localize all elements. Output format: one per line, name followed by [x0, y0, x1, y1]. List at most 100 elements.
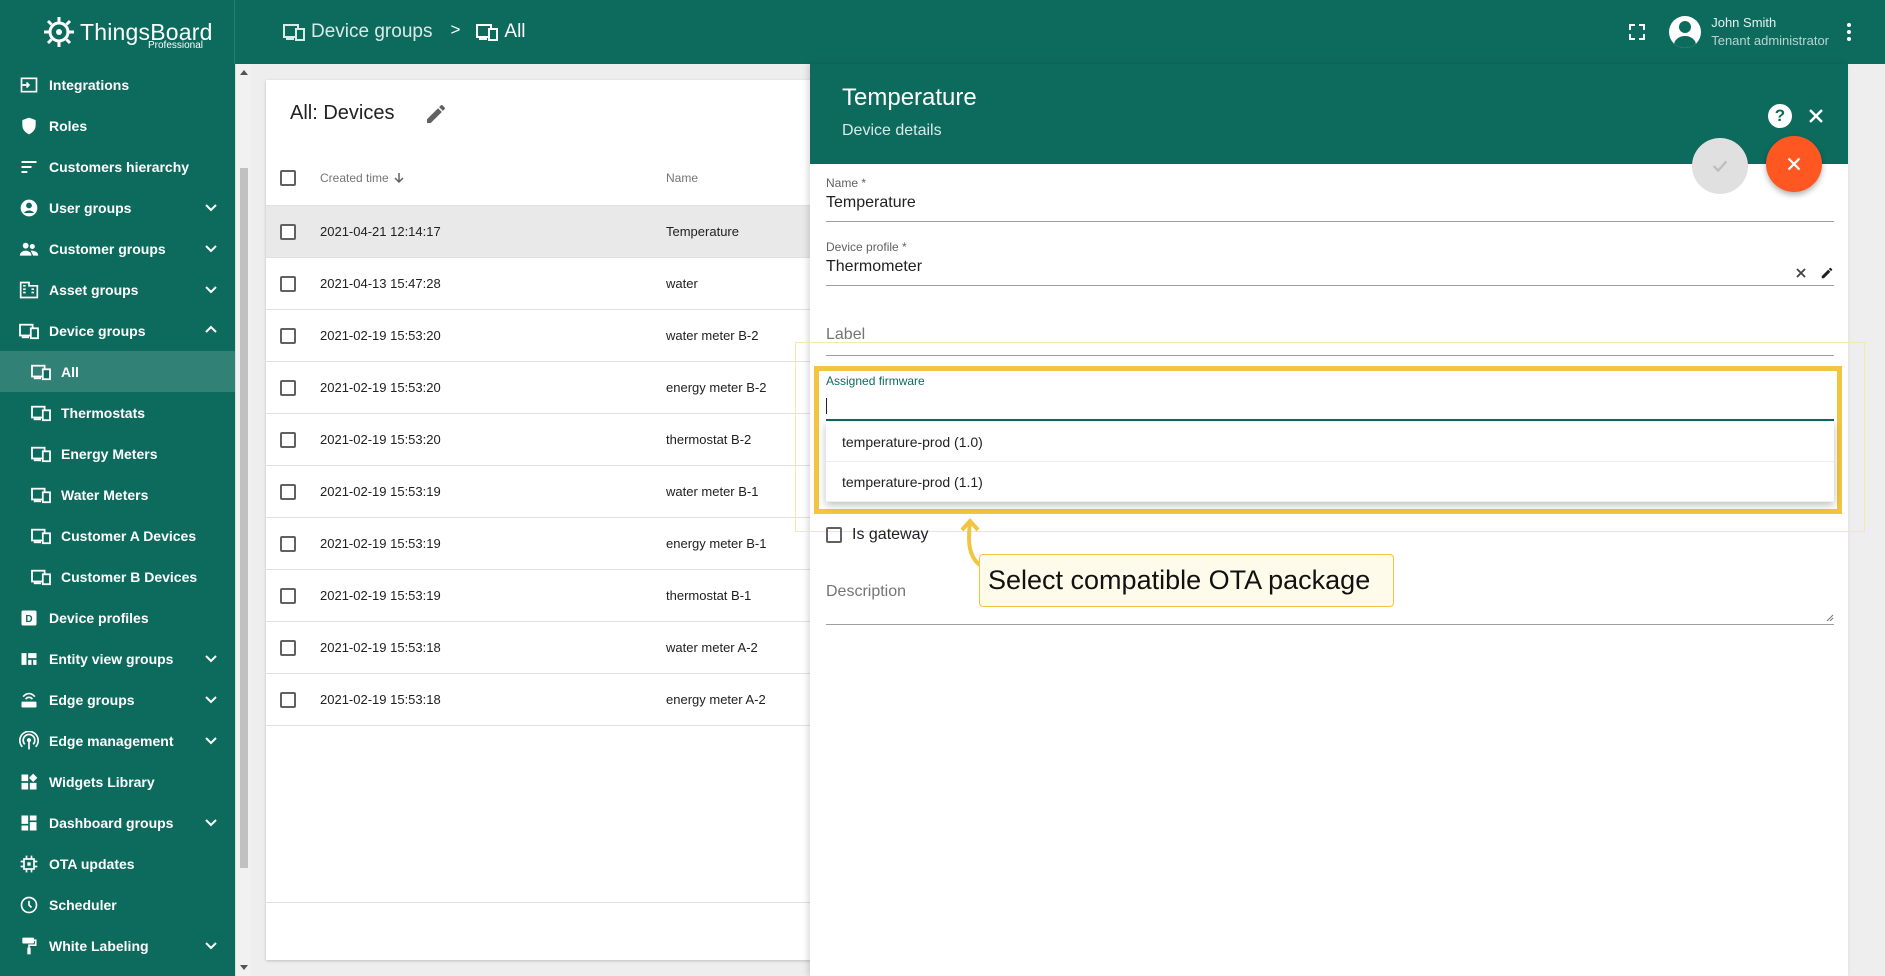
sidebar-item-entity-view-groups[interactable]: Entity view groups — [0, 638, 235, 679]
row-checkbox[interactable] — [280, 276, 296, 292]
sidebar-item-widgets-library[interactable]: Widgets Library — [0, 761, 235, 802]
fullscreen-icon[interactable] — [1625, 20, 1649, 44]
sidebar-item-dashboard-groups[interactable]: Dashboard groups — [0, 802, 235, 843]
chevron-down-icon[interactable] — [203, 199, 219, 215]
arrow-down-icon — [394, 173, 404, 184]
sidebar-item-energy-meters[interactable]: Energy Meters — [0, 433, 235, 474]
row-checkbox[interactable] — [280, 328, 296, 344]
is-gateway-checkbox[interactable]: Is gateway — [826, 526, 928, 544]
chevron-down-icon[interactable] — [203, 281, 219, 297]
sidebar-item-label: Integrations — [49, 76, 130, 93]
chevron-down-icon[interactable] — [203, 732, 219, 748]
clear-icon[interactable] — [1794, 266, 1808, 280]
devices-icon — [30, 566, 52, 588]
row-checkbox[interactable] — [280, 588, 296, 604]
user-area: John Smith Tenant administrator — [1625, 14, 1853, 50]
firmware-option[interactable]: temperature-prod (1.1) — [826, 462, 1834, 502]
created-time-cell: 2021-02-19 15:53:19 — [320, 484, 441, 499]
column-created-time[interactable]: Created time — [320, 171, 405, 185]
sidebar-item-thermostats[interactable]: Thermostats — [0, 392, 235, 433]
row-checkbox[interactable] — [280, 432, 296, 448]
logo[interactable]: ThingsBoard Professional — [0, 0, 235, 64]
sidebar-item-edge-groups[interactable]: Edge groups — [0, 679, 235, 720]
sidebar-item-customer-a-devices[interactable]: Customer A Devices — [0, 515, 235, 556]
row-checkbox[interactable] — [280, 484, 296, 500]
view-quilt-icon — [18, 648, 40, 670]
details-header: Temperature Device details ? — [810, 64, 1848, 164]
table-row[interactable]: 2021-02-19 15:53:18 energy meter A-2 — [266, 674, 866, 726]
edit-icon[interactable] — [424, 102, 448, 126]
scrollbar[interactable] — [235, 64, 251, 976]
chevron-down-icon[interactable] — [203, 650, 219, 666]
row-checkbox[interactable] — [280, 224, 296, 240]
sidebar-item-roles[interactable]: Roles — [0, 105, 235, 146]
table-row[interactable]: 2021-02-19 15:53:19 water meter B-1 — [266, 466, 866, 518]
device-profile-actions — [1794, 266, 1834, 280]
table-row[interactable]: 2021-02-19 15:53:19 energy meter B-1 — [266, 518, 866, 570]
sidebar-item-all[interactable]: All — [0, 351, 235, 392]
sidebar-item-ota-updates[interactable]: OTA updates — [0, 843, 235, 884]
created-time-cell: 2021-02-19 15:53:18 — [320, 640, 441, 655]
chevron-down-icon[interactable] — [203, 691, 219, 707]
sidebar-item-integrations[interactable]: Integrations — [0, 64, 235, 105]
scroll-up-arrow[interactable] — [240, 70, 248, 75]
help-icon[interactable]: ? — [1768, 104, 1792, 128]
chevron-down-icon[interactable] — [203, 814, 219, 830]
sidebar-item-label: All — [61, 363, 79, 380]
sidebar-item-asset-groups[interactable]: Asset groups — [0, 269, 235, 310]
more-vert-icon[interactable] — [1847, 23, 1853, 41]
chevron-down-icon[interactable] — [203, 240, 219, 256]
avatar[interactable] — [1669, 16, 1702, 48]
devices-icon — [30, 443, 52, 465]
table-row[interactable]: 2021-04-21 12:14:17 Temperature — [266, 206, 866, 258]
sidebar-item-white-labeling[interactable]: White Labeling — [0, 925, 235, 966]
table-row[interactable]: 2021-02-19 15:53:20 thermostat B-2 — [266, 414, 866, 466]
assigned-firmware-input[interactable] — [826, 419, 1834, 421]
chevron-down-icon[interactable] — [203, 937, 219, 953]
scrollbar-thumb[interactable] — [240, 168, 248, 868]
devices-icon — [18, 320, 40, 342]
device-profile-field[interactable]: Device profile * Thermometer — [826, 240, 1834, 286]
sidebar-item-device-profiles[interactable]: D Device profiles — [0, 597, 235, 638]
column-name[interactable]: Name — [666, 171, 698, 185]
chevron-up-icon[interactable] — [203, 322, 219, 338]
edit-icon[interactable] — [1820, 266, 1834, 280]
sidebar-item-edge-management[interactable]: Edge management — [0, 720, 235, 761]
breadcrumb-device-groups[interactable]: Device groups — [283, 21, 432, 43]
table-row[interactable]: 2021-04-13 15:47:28 water — [266, 258, 866, 310]
thingsboard-logo-icon — [44, 17, 74, 47]
name-cell: water meter B-1 — [666, 484, 759, 499]
row-checkbox[interactable] — [280, 692, 296, 708]
sidebar-item-customer-b-devices[interactable]: Customer B Devices — [0, 556, 235, 597]
devices-icon — [476, 24, 499, 41]
scroll-down-arrow[interactable] — [240, 965, 248, 970]
sidebar-item-water-meters[interactable]: Water Meters — [0, 474, 235, 515]
user-info[interactable]: John Smith Tenant administrator — [1711, 14, 1829, 50]
schedule-icon — [18, 894, 40, 916]
sidebar-item-scheduler[interactable]: Scheduler — [0, 884, 235, 925]
table-row[interactable]: 2021-02-19 15:53:18 water meter A-2 — [266, 622, 866, 674]
sidebar-item-label: Customer groups — [49, 240, 166, 257]
close-icon[interactable] — [1804, 104, 1828, 128]
row-checkbox[interactable] — [280, 536, 296, 552]
row-checkbox[interactable] — [280, 380, 296, 396]
sidebar-item-user-groups[interactable]: User groups — [0, 187, 235, 228]
sidebar-item-device-groups[interactable]: Device groups — [0, 310, 235, 351]
row-checkbox[interactable] — [280, 640, 296, 656]
name-cell: water meter B-2 — [666, 328, 759, 343]
firmware-option[interactable]: temperature-prod (1.0) — [826, 422, 1834, 462]
table-row[interactable]: 2021-02-19 15:53:20 water meter B-2 — [266, 310, 866, 362]
device-profile-label: Device profile * — [826, 240, 907, 254]
created-time-cell: 2021-02-19 15:53:19 — [320, 588, 441, 603]
table-row[interactable]: 2021-02-19 15:53:19 thermostat B-1 — [266, 570, 866, 622]
close-icon — [1787, 157, 1801, 171]
resize-handle-icon[interactable] — [1826, 614, 1834, 622]
sidebar-item-customer-groups[interactable]: Customer groups — [0, 228, 235, 269]
table-row[interactable]: 2021-02-19 15:53:20 energy meter B-2 — [266, 362, 866, 414]
select-all-checkbox[interactable] — [280, 170, 296, 186]
annotation-callout: Select compatible OTA package — [979, 554, 1394, 607]
checkbox[interactable] — [826, 527, 842, 543]
svg-text:D: D — [25, 614, 32, 625]
sidebar-item-customers-hierarchy[interactable]: Customers hierarchy — [0, 146, 235, 187]
name-field[interactable]: Name * Temperature — [826, 176, 1834, 222]
